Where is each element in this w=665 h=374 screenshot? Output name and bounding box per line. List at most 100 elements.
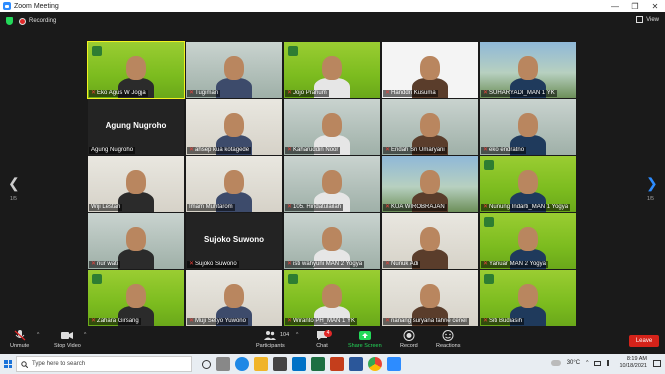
close-button[interactable]: ✕ (645, 2, 665, 11)
participant-tile[interactable]: ✕ isti wahyuni MAN 2 Yogya (284, 213, 380, 269)
participant-tile[interactable]: ✕ Muji Setyo Yuwono (186, 270, 282, 326)
muted-mic-icon: ✕ (385, 261, 391, 267)
participant-name-label: ✕ Handdri Kusuma (383, 90, 438, 97)
participant-tile[interactable]: ✕ 105. Hindatulailah (284, 156, 380, 212)
person-silhouette (118, 192, 154, 212)
taskbar-search[interactable]: Type here to search (16, 356, 192, 372)
maximize-button[interactable]: ❐ (625, 2, 645, 11)
participant-tile[interactable]: ✕ Zahara Girsang (88, 270, 184, 326)
leave-button[interactable]: Leave (629, 335, 659, 347)
participant-name: Muji Setyo Yuwono (195, 318, 246, 324)
participant-name-label: ✕ Nunuk Adi (383, 261, 421, 268)
participant-name-label: ✕ Kaharuddin Noor (285, 147, 341, 154)
meeting-toolbar: Unmute ^ Stop Video ^ Participants 104 ^… (0, 328, 665, 354)
reactions-button[interactable]: Reactions (436, 330, 460, 349)
participant-tile[interactable]: Sujoko Suwono ✕ Sujoko Suwono (186, 213, 282, 269)
ministry-logo (484, 217, 494, 227)
muted-mic-icon: ✕ (287, 90, 293, 96)
cortana-icon[interactable] (202, 359, 211, 369)
participant-name: 105. Hindatulailah (293, 204, 342, 210)
participant-big-name: Agung Nugroho (105, 121, 167, 130)
muted-mic-icon: ✕ (189, 147, 195, 153)
participant-name: Agung Nugroho (91, 147, 134, 153)
participant-tile[interactable]: ✕ nur wati (88, 213, 184, 269)
prev-page-arrow-icon[interactable]: ❮ (8, 175, 20, 192)
security-shield-icon[interactable] (6, 17, 13, 25)
participant-name-label: Agung Nugroho (89, 147, 136, 154)
participant-tile[interactable]: ✕ Wiranto PH_MAN 1 YK (284, 270, 380, 326)
chrome-icon[interactable] (368, 357, 382, 371)
participant-tile[interactable]: ✕ Nunung Indarti_MAN 1 Yogya (480, 156, 576, 212)
participant-tile[interactable]: ✕ KUA WIROBRAJAN (382, 156, 478, 212)
person-silhouette (118, 249, 154, 269)
file-explorer-icon[interactable] (254, 357, 268, 371)
grid-view-icon (636, 16, 644, 23)
participant-tile[interactable]: ✕ Kaharuddin Noor (284, 99, 380, 155)
video-options-chevron-icon[interactable]: ^ (84, 332, 86, 338)
ministry-logo (92, 274, 102, 284)
task-view-icon[interactable] (216, 357, 230, 371)
muted-mic-icon: ✕ (189, 90, 195, 96)
minimize-button[interactable]: — (605, 2, 625, 11)
participant-tile[interactable]: ✕ Tugiman (186, 42, 282, 98)
share-screen-button[interactable]: Share Screen (348, 330, 382, 349)
tray-chevron-icon[interactable]: ^ (586, 360, 588, 366)
muted-mic-icon: ✕ (287, 147, 293, 153)
mail-icon[interactable] (292, 357, 306, 371)
powerpoint-icon[interactable] (330, 357, 344, 371)
video-grid: ✕ Eko Agus W Jogja ✕ Tugiman ✕ Jojo Prahum ✕ Ha… (87, 41, 576, 326)
participants-chevron-icon[interactable]: ^ (296, 332, 298, 338)
audio-options-chevron-icon[interactable]: ^ (37, 332, 39, 338)
participant-tile[interactable]: Imam Muhtarom (186, 156, 282, 212)
person-face (420, 227, 440, 251)
participant-tile[interactable]: ✕ Eko Agus W Jogja (87, 41, 185, 99)
person-face (224, 284, 244, 308)
participant-name: Zahara Girsang (97, 318, 139, 324)
participant-tile[interactable]: ✕ Endah Sri Umaryani (382, 99, 478, 155)
next-page-arrow-icon[interactable]: ❯ (646, 175, 658, 192)
participant-tile[interactable]: ✕ Handdri Kusuma (382, 42, 478, 98)
participant-tile[interactable]: ✕ SUHARYADI_MAN 1 YK (480, 42, 576, 98)
participant-name-label: ✕ Jojo Prahum (285, 90, 329, 97)
view-button[interactable]: View (636, 16, 659, 23)
person-face (224, 170, 244, 194)
participant-tile[interactable]: Wiji Lestari (88, 156, 184, 212)
start-button[interactable] (0, 354, 16, 374)
participants-icon (264, 331, 277, 340)
person-face (322, 284, 342, 308)
record-button[interactable]: Record (400, 330, 418, 349)
participant-tile[interactable]: ✕ Nunuk Adi (382, 213, 478, 269)
person-face (420, 113, 440, 137)
network-icon[interactable] (594, 360, 602, 366)
stop-video-button[interactable]: Stop Video (54, 330, 81, 349)
participant-name-label: ✕ Tugiman (187, 90, 221, 97)
muted-mic-icon: ✕ (483, 90, 489, 96)
participant-name: eko endratno (489, 147, 525, 153)
participant-tile[interactable]: ✕ Jojo Prahum (284, 42, 380, 98)
word-icon[interactable] (349, 357, 363, 371)
volume-icon[interactable] (607, 360, 613, 366)
title-bar: Zoom Meeting — ❐ ✕ (0, 0, 665, 12)
store-icon[interactable] (273, 357, 287, 371)
participant-name-label: ✕ Nunung Indarti_MAN 1 Yogya (481, 204, 571, 211)
participant-tile[interactable]: ✕ Siti Budiasih (480, 270, 576, 326)
participant-tile[interactable]: ✕ Yanuar MAN 2 Yogya (480, 213, 576, 269)
participant-name-label: ✕ Sujoko Suwono (187, 261, 239, 268)
ministry-logo (484, 160, 494, 170)
participant-tile[interactable]: ✕ ahsep kua kotagede (186, 99, 282, 155)
muted-mic-icon: ✕ (287, 204, 293, 210)
unmute-button[interactable]: Unmute (10, 330, 29, 349)
participant-tile[interactable]: Agung Nugroho Agung Nugroho (88, 99, 184, 155)
zoom-app-icon[interactable] (387, 357, 401, 371)
zoom-logo-icon (3, 2, 11, 10)
participant-name-label: ✕ 105. Hindatulailah (285, 204, 344, 211)
participant-tile[interactable]: ✕ eko endratno (480, 99, 576, 155)
excel-icon[interactable] (311, 357, 325, 371)
clock[interactable]: 8:19 AM 10/18/2021 (619, 356, 647, 370)
muted-mic-icon: ✕ (483, 147, 489, 153)
person-face (322, 113, 342, 137)
participants-count: 104 (280, 332, 290, 338)
notifications-icon[interactable] (653, 359, 661, 367)
edge-browser-icon[interactable] (235, 357, 249, 371)
participant-tile[interactable]: ✕ nanang suryana fahrie cenel (382, 270, 478, 326)
